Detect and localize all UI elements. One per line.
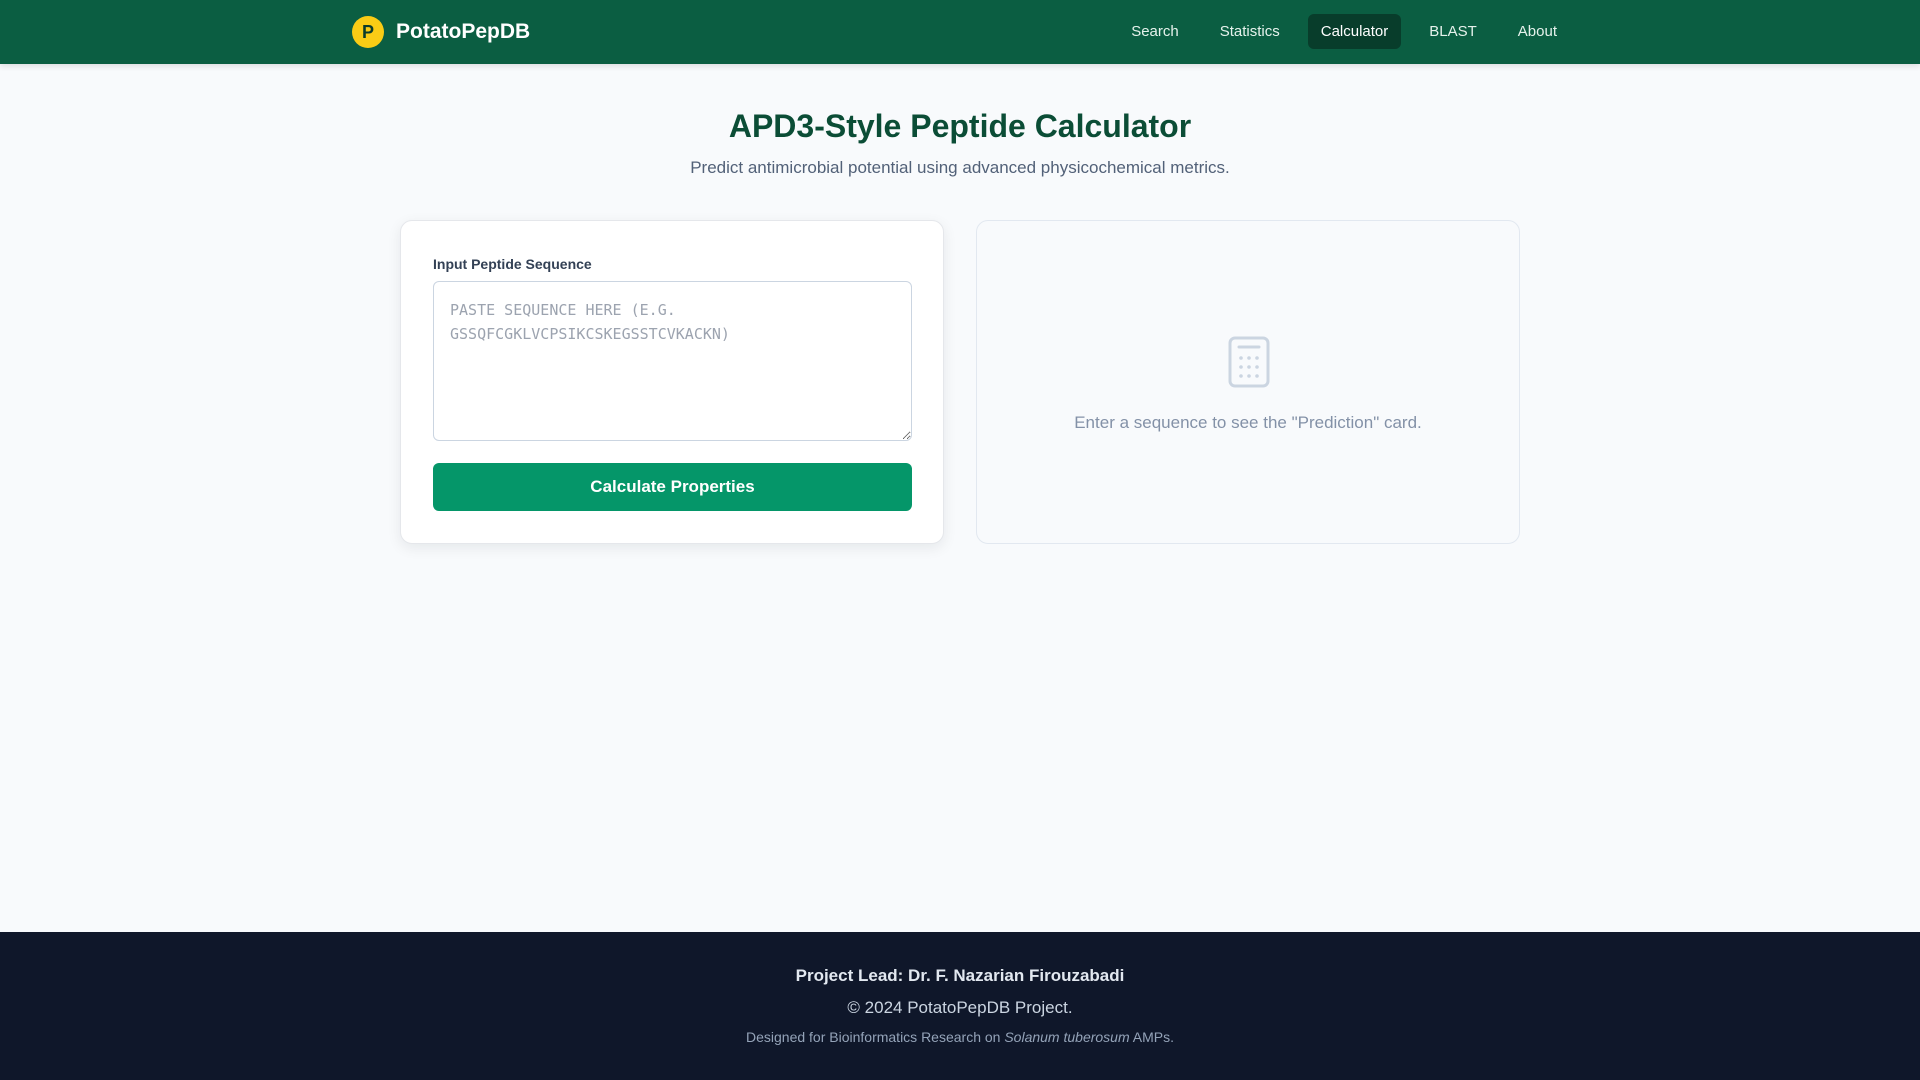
brand-name: PotatoPepDB	[396, 20, 531, 43]
page-subtitle: Predict antimicrobial potential using ad…	[690, 158, 1230, 177]
calculate-properties-button[interactable]: Calculate Properties	[433, 463, 912, 511]
sequence-input[interactable]	[433, 281, 912, 441]
top-navbar: P PotatoPepDB Search Statistics Calculat…	[0, 0, 1920, 64]
sequence-input-card: Input Peptide Sequence Calculate Propert…	[400, 220, 944, 544]
page-title: APD3-Style Peptide Calculator	[728, 108, 1192, 144]
nav-statistics[interactable]: Statistics	[1207, 14, 1293, 49]
page-footer: Project Lead: Dr. F. Nazarian Firouzabad…	[0, 932, 1920, 1080]
prediction-placeholder-card: Enter a sequence to see the "Prediction"…	[976, 220, 1520, 544]
footer-species-name: Solanum tuberosum	[1004, 1029, 1130, 1045]
footer-note-suffix: AMPs.	[1129, 1029, 1174, 1045]
main-nav: Search Statistics Calculator BLAST About	[1118, 14, 1570, 49]
footer-note: Designed for Bioinformatics Research on …	[0, 1029, 1920, 1045]
sequence-input-label: Input Peptide Sequence	[433, 256, 592, 272]
prediction-hint-text: Enter a sequence to see the "Prediction"…	[1074, 413, 1422, 432]
calculator-icon	[1228, 336, 1270, 388]
nav-about[interactable]: About	[1505, 14, 1570, 49]
nav-search[interactable]: Search	[1118, 14, 1192, 49]
brand-home-link[interactable]: P PotatoPepDB	[352, 15, 530, 49]
footer-copyright: © 2024 PotatoPepDB Project.	[847, 998, 1073, 1017]
nav-calculator[interactable]: Calculator	[1307, 14, 1402, 49]
brand-logo-icon: P	[352, 16, 384, 48]
nav-blast[interactable]: BLAST	[1416, 14, 1490, 49]
footer-note-prefix: Designed for Bioinformatics Research on	[746, 1029, 1005, 1045]
footer-project-lead: Project Lead: Dr. F. Nazarian Firouzabad…	[795, 966, 1125, 985]
